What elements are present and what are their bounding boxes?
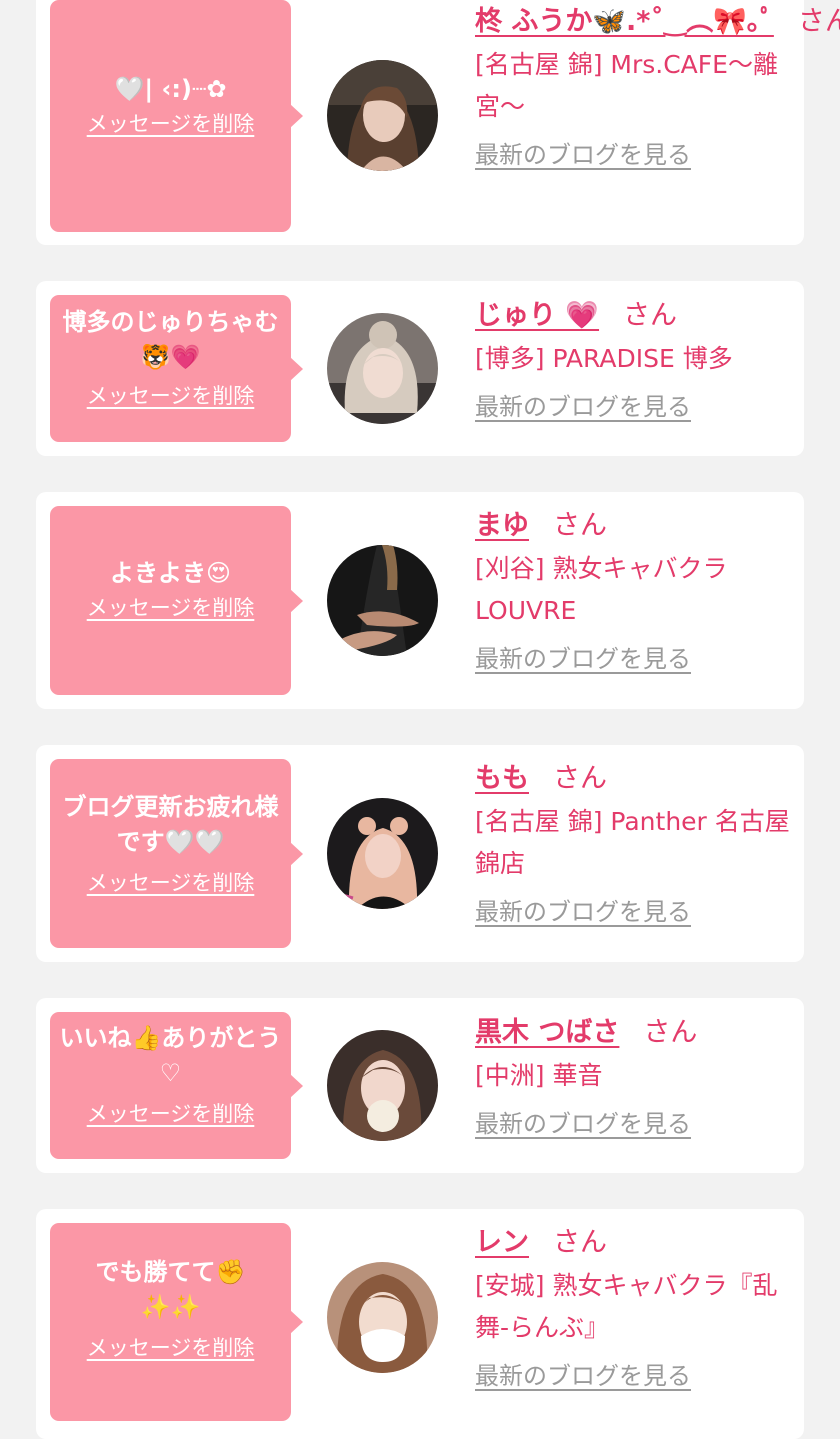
message-card: 博多のじゅりちゃむ🐯💗 メッセージを削除 じゅり 💗 さん [博多] PARADI… — [36, 281, 804, 456]
message-text: 博多のじゅりちゃむ🐯💗 — [62, 308, 279, 371]
message-bubble: 博多のじゅりちゃむ🐯💗 メッセージを削除 — [50, 295, 303, 442]
user-info: じゅり 💗 さん [博多] PARADISE 博多 最新のブログを見る — [475, 296, 795, 422]
user-info: まゆ さん [刈谷] 熟女キャバクラ LOUVRE 最新のブログを見る — [475, 506, 795, 674]
avatar[interactable] — [327, 60, 438, 171]
user-info: 黒木 つばさ さん [中洲] 華音 最新のブログを見る — [475, 1013, 795, 1139]
name-line: じゅり 💗 さん — [475, 296, 795, 336]
delete-message-link[interactable]: メッセージを削除 — [87, 1335, 255, 1361]
user-name-link[interactable]: まゆ — [475, 510, 529, 541]
latest-blog-link[interactable]: 最新のブログを見る — [475, 140, 691, 170]
message-bubble: 🤍| ‹:)┈✿ メッセージを削除 — [50, 0, 303, 232]
message-text: いいね👍ありがとう♡ — [59, 1024, 282, 1087]
honorific: さん — [553, 1227, 607, 1258]
avatar[interactable] — [327, 1262, 438, 1373]
honorific: さん — [553, 510, 607, 541]
shop-name: [安城] 熟女キャバクラ『乱舞-らんぶ』 — [475, 1271, 778, 1342]
latest-blog-link[interactable]: 最新のブログを見る — [475, 1109, 691, 1139]
shop-name: [博多] PARADISE 博多 — [475, 344, 733, 373]
message-bubble: でも勝てて✊ ✨✨ メッセージを削除 — [50, 1223, 303, 1421]
avatar[interactable] — [327, 1030, 438, 1141]
latest-blog-link[interactable]: 最新のブログを見る — [475, 644, 691, 674]
delete-message-link[interactable]: メッセージを削除 — [87, 111, 255, 137]
user-name-link[interactable]: じゅり 💗 — [475, 300, 599, 331]
honorific: さん — [797, 6, 840, 37]
message-card: 🤍| ‹:)┈✿ メッセージを削除 柊 ふうか🦋.*˚‿︵🎀｡ﾟ さん [名古屋 … — [36, 0, 840, 245]
honorific: さん — [623, 300, 678, 331]
user-name-link[interactable]: レン — [475, 1227, 529, 1258]
avatar[interactable] — [327, 798, 438, 909]
delete-message-link[interactable]: メッセージを削除 — [87, 383, 255, 409]
name-line: 柊 ふうか🦋.*˚‿︵🎀｡ﾟ さん — [475, 2, 840, 42]
shop-name: [名古屋 錦] Mrs.CAFE〜離宮〜 — [475, 50, 778, 121]
message-text: ブログ更新お疲れ様です🤍🤍 — [62, 793, 279, 856]
user-info: 柊 ふうか🦋.*˚‿︵🎀｡ﾟ さん [名古屋 錦] Mrs.CAFE〜離宮〜 最新… — [475, 2, 840, 170]
message-bubble: ブログ更新お疲れ様です🤍🤍 メッセージを削除 — [50, 759, 303, 948]
avatar[interactable] — [327, 313, 438, 424]
user-info: レン さん [安城] 熟女キャバクラ『乱舞-らんぶ』 最新のブログを見る — [475, 1223, 795, 1391]
shop-name: [刈谷] 熟女キャバクラ LOUVRE — [475, 554, 728, 625]
name-line: 黒木 つばさ さん — [475, 1013, 795, 1053]
message-card: よきよき😍 メッセージを削除 まゆ さん [刈谷] 熟女キャバクラ LOUVRE … — [36, 492, 804, 709]
message-bubble: よきよき😍 メッセージを削除 — [50, 506, 303, 695]
delete-message-link[interactable]: メッセージを削除 — [87, 1101, 255, 1127]
name-line: まゆ さん — [475, 506, 795, 546]
latest-blog-link[interactable]: 最新のブログを見る — [475, 897, 691, 927]
name-line: もも さん — [475, 759, 795, 799]
message-bubble: いいね👍ありがとう♡ メッセージを削除 — [50, 1012, 303, 1159]
delete-message-link[interactable]: メッセージを削除 — [87, 870, 255, 896]
shop-name: [名古屋 錦] Panther 名古屋錦店 — [475, 807, 790, 878]
delete-message-link[interactable]: メッセージを削除 — [87, 595, 255, 621]
shop-name: [中洲] 華音 — [475, 1061, 603, 1090]
honorific: さん — [643, 1017, 698, 1048]
avatar[interactable] — [327, 545, 438, 656]
message-text: よきよき😍 — [109, 559, 232, 587]
latest-blog-link[interactable]: 最新のブログを見る — [475, 392, 691, 422]
message-card: ブログ更新お疲れ様です🤍🤍 メッセージを削除 もも さん [名古屋 錦] Pant… — [36, 745, 804, 962]
honorific: さん — [553, 763, 607, 794]
message-card: いいね👍ありがとう♡ メッセージを削除 黒木 つばさ さん [中洲] 華音 最新の… — [36, 998, 804, 1173]
user-name-link[interactable]: 柊 ふうか🦋.*˚‿︵🎀｡ﾟ — [475, 6, 774, 37]
name-line: レン さん — [475, 1223, 795, 1263]
user-name-link[interactable]: 黒木 つばさ — [475, 1017, 619, 1048]
message-card: でも勝てて✊ ✨✨ メッセージを削除 レン さん [安城] 熟女キャバクラ『乱舞-… — [36, 1209, 804, 1439]
user-info: もも さん [名古屋 錦] Panther 名古屋錦店 最新のブログを見る — [475, 759, 795, 927]
user-name-link[interactable]: もも — [475, 763, 529, 794]
message-text: 🤍| ‹:)┈✿ — [114, 75, 227, 103]
latest-blog-link[interactable]: 最新のブログを見る — [475, 1361, 691, 1391]
message-text: でも勝てて✊ ✨✨ — [95, 1258, 246, 1321]
